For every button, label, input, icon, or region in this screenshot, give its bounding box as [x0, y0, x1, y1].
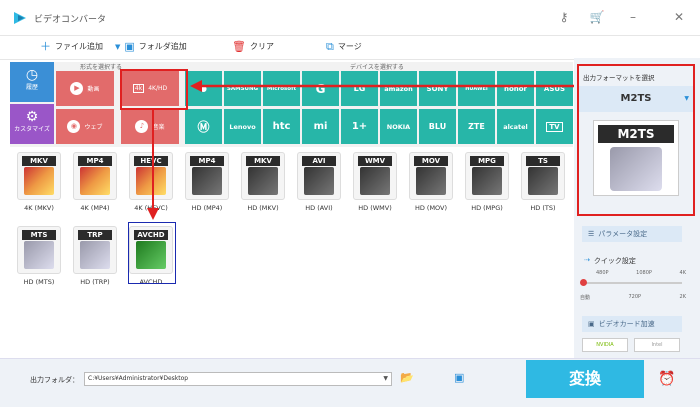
q-1080p: 1080P — [636, 270, 652, 276]
q-2k: 2K — [679, 294, 686, 300]
arrow-head-left — [190, 80, 202, 92]
arrow-head-down — [147, 208, 159, 220]
quick-settings-handle[interactable] — [580, 279, 587, 286]
quick-settings-top-labels: 480P 1080P 4K — [596, 270, 686, 276]
output-folder-input[interactable]: C:¥Users¥Administrator¥Desktop ▼ — [84, 372, 392, 386]
chevron-down-icon: ▼ — [684, 95, 689, 102]
output-format-highlight: 出力フォーマットを選択 M2TS ▼ M2TS — [577, 64, 695, 216]
gpu-acceleration-label: ビデオカード加速 — [598, 320, 655, 328]
parameter-settings-button[interactable]: ☰ パラメータ設定 — [582, 226, 682, 242]
intel-label: Intel — [651, 342, 663, 348]
open-output-icon[interactable]: ▣ — [454, 371, 464, 384]
output-format-selector[interactable]: M2TS ▼ — [579, 86, 693, 112]
q-720p: 720P — [628, 294, 642, 300]
selected-format-label: M2TS — [620, 93, 652, 104]
sliders-icon: ☰ — [588, 230, 595, 238]
nvidia-label: NVIDIA — [596, 342, 614, 348]
preview-badge: M2TS — [598, 125, 674, 143]
alarm-clock-icon[interactable]: ⏰ — [658, 371, 675, 387]
quick-settings-icon: ⇢ — [584, 256, 590, 264]
quick-settings-bottom-labels: 自動 720P 2K — [580, 294, 686, 301]
output-format-panel: 出力フォーマットを選択 M2TS ▼ M2TS ☰ パラメータ設定 ⇢ クイック… — [574, 58, 700, 358]
folder-open-icon[interactable]: 📂 — [400, 371, 414, 384]
quick-settings-slider[interactable] — [582, 282, 682, 284]
q-4k: 4K — [679, 270, 686, 276]
convert-button[interactable]: 変換 — [526, 360, 644, 398]
camcorder-icon — [610, 147, 662, 191]
nvidia-toggle[interactable]: NVIDIA — [582, 338, 628, 352]
output-folder-label: 出力フォルダ： — [30, 376, 79, 384]
intel-toggle[interactable]: Intel — [634, 338, 680, 352]
parameter-settings-label: パラメータ設定 — [598, 230, 648, 238]
format-preview[interactable]: M2TS — [593, 120, 679, 196]
folder-dropdown-icon[interactable]: ▼ — [383, 373, 388, 385]
gpu-acceleration-button[interactable]: ▣ ビデオカード加速 — [582, 316, 682, 332]
quick-settings-title: ⇢ クイック設定 — [584, 256, 636, 266]
quick-settings-label: クイック設定 — [593, 257, 636, 265]
q-480p: 480P — [596, 270, 609, 276]
output-format-heading: 出力フォーマットを選択 — [583, 74, 655, 82]
output-folder-path: C:¥Users¥Administrator¥Desktop — [88, 375, 189, 382]
q-auto: 自動 — [580, 295, 591, 301]
chip-icon: ▣ — [588, 320, 595, 328]
